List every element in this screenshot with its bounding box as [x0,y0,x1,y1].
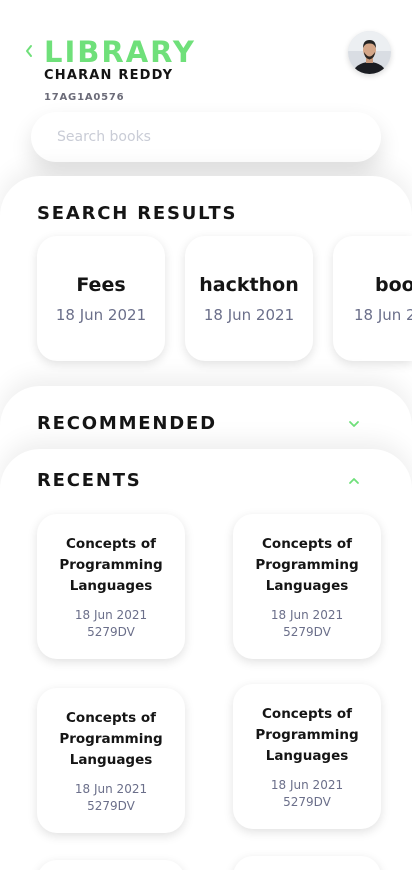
recent-book-title: Concepts of Programming Languages [255,706,359,764]
recent-book-card[interactable]: Concepts of Programming Languages 18 Jun… [233,684,381,829]
chevron-left-icon[interactable] [24,44,34,58]
search-result-card[interactable]: Fees 18 Jun 2021 [37,236,165,361]
recent-book-code: 5279DV [87,799,135,813]
recent-book-title: Concepts of Programming Languages [255,536,359,594]
recommended-title: RECOMMENDED [37,413,217,434]
search-result-date: 18 Jun 2021 [354,306,412,324]
recent-book-card[interactable] [37,860,185,870]
user-id: 17AG1A0576 [44,92,125,103]
search-result-date: 18 Jun 2021 [55,306,147,324]
search-result-card[interactable]: hackthon 18 Jun 2021 [185,236,313,361]
search-bar [31,112,381,162]
recent-book-card[interactable] [233,856,381,870]
recent-book-card[interactable]: Concepts of Programming Languages 18 Jun… [37,688,185,833]
search-input[interactable] [31,112,381,162]
search-result-date: 18 Jun 2021 [203,306,295,324]
user-name: CHARAN REDDY [44,68,174,83]
recent-book-card[interactable]: Concepts of Programming Languages 18 Jun… [233,514,381,659]
search-result-title: Fees [76,274,126,296]
recent-book-date: 18 Jun 2021 [270,608,344,622]
recent-book-code: 5279DV [283,795,331,809]
recent-book-code: 5279DV [87,625,135,639]
search-result-card[interactable]: books 18 Jun 2021 [333,236,412,361]
recents-title: RECENTS [37,470,142,491]
chevron-up-icon[interactable] [347,476,361,486]
recent-book-date: 18 Jun 2021 [270,778,344,792]
chevron-down-icon[interactable] [347,419,361,429]
recent-book-title: Concepts of Programming Languages [59,710,163,768]
page-title: LIBRARY [44,35,196,69]
recent-book-title: Concepts of Programming Languages [59,536,163,594]
recent-book-date: 18 Jun 2021 [74,608,148,622]
avatar[interactable] [348,31,391,74]
recent-book-date: 18 Jun 2021 [74,782,148,796]
recent-book-code: 5279DV [283,625,331,639]
recent-book-card[interactable]: Concepts of Programming Languages 18 Jun… [37,514,185,659]
search-result-title: hackthon [199,274,299,296]
search-results-title: SEARCH RESULTS [37,203,238,224]
search-result-title: books [375,274,412,296]
